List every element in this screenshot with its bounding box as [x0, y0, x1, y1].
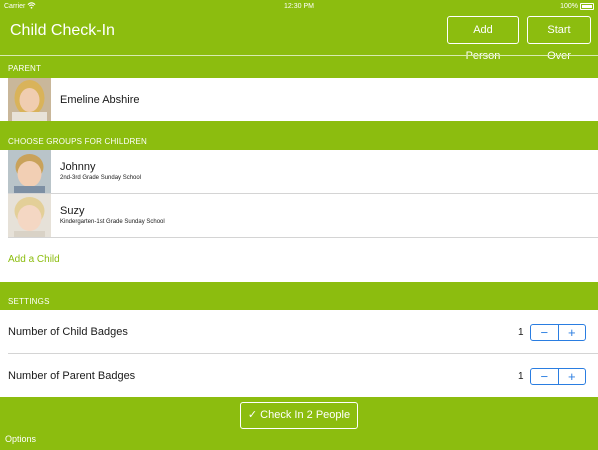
children-list: Johnny 2nd-3rd Grade Sunday School Suzy …	[0, 150, 598, 282]
increment-button[interactable]: +	[557, 325, 586, 340]
children-section-header: CHOOSE GROUPS FOR CHILDREN	[8, 137, 147, 146]
child-badges-count: 1	[518, 327, 524, 338]
child-row-suzy[interactable]: Suzy Kindergarten-1st Grade Sunday Schoo…	[0, 194, 598, 238]
child-badges-stepper: − +	[530, 324, 586, 341]
child-avatar	[8, 194, 51, 237]
parent-badges-stepper: − +	[530, 368, 586, 385]
nav-bar: Child Check-In Add Person Start Over	[0, 14, 598, 62]
parent-section-header: PARENT	[8, 64, 42, 73]
decrement-button[interactable]: −	[531, 369, 558, 384]
row-divider	[8, 353, 598, 354]
settings-list: Number of Child Badges 1 − + Number of P…	[0, 310, 598, 397]
child-row-johnny[interactable]: Johnny 2nd-3rd Grade Sunday School	[0, 150, 598, 194]
decrement-button[interactable]: −	[531, 325, 558, 340]
child-name: Johnny	[60, 161, 96, 173]
settings-section-header: SETTINGS	[8, 297, 50, 306]
parent-badges-label: Number of Parent Badges	[8, 370, 136, 382]
parent-row[interactable]: Emeline Abshire	[0, 78, 598, 122]
parent-list: Emeline Abshire	[0, 78, 598, 121]
nav-divider	[0, 55, 598, 56]
parent-name: Emeline Abshire	[60, 94, 140, 106]
child-group: 2nd-3rd Grade Sunday School	[60, 175, 142, 181]
child-badges-label: Number of Child Badges	[8, 326, 128, 338]
child-name: Suzy	[60, 205, 85, 217]
child-group: Kindergarten-1st Grade Sunday School	[60, 219, 165, 225]
row-divider	[8, 237, 598, 238]
child-avatar	[8, 150, 51, 193]
battery-percent: 100%	[560, 3, 578, 10]
battery-icon	[580, 3, 594, 10]
add-person-button[interactable]: Add Person	[447, 16, 519, 62]
status-bar: Carrier 12:30 PM 100%	[0, 0, 598, 14]
page-title: Child Check-In	[10, 22, 115, 39]
parent-badges-count: 1	[518, 371, 524, 382]
add-child-link[interactable]: Add a Child	[8, 254, 60, 265]
start-over-button[interactable]: Start Over	[527, 16, 591, 62]
options-link[interactable]: Options	[5, 434, 36, 444]
check-in-button[interactable]: ✓ Check In 2 People	[240, 402, 358, 429]
increment-button[interactable]: +	[557, 369, 586, 384]
clock: 12:30 PM	[284, 3, 314, 10]
parent-avatar	[8, 78, 51, 121]
